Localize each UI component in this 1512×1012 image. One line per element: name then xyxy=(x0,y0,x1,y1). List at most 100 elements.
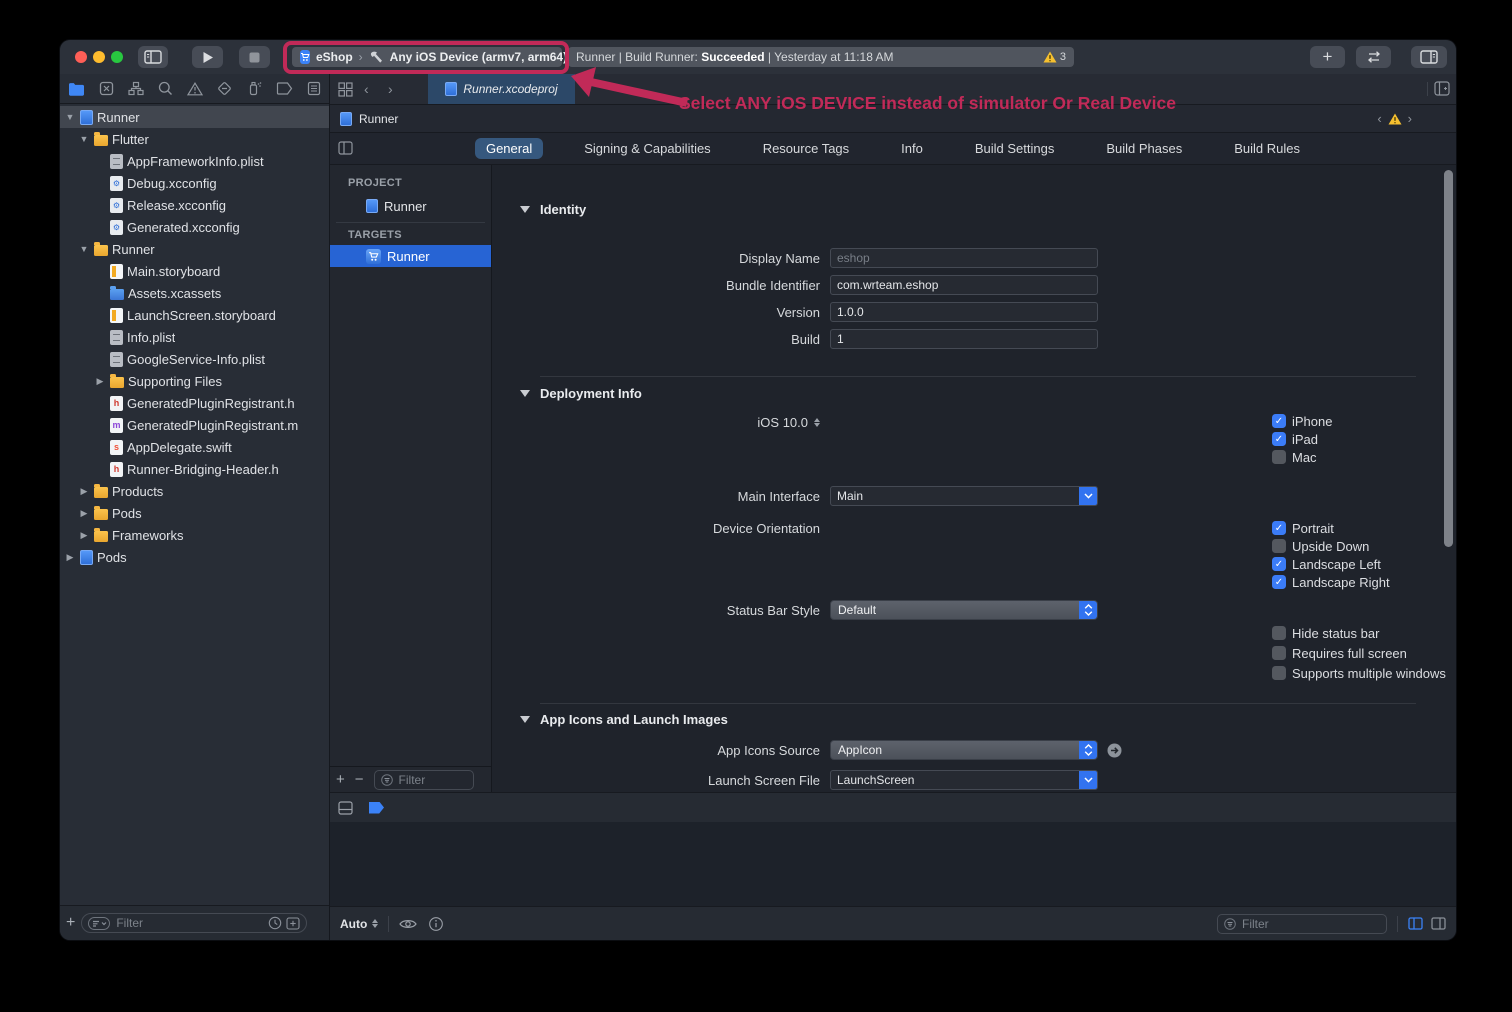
project-row-runner[interactable]: Runner xyxy=(330,195,491,217)
related-items-grid-icon[interactable] xyxy=(338,82,353,97)
display-name-field[interactable] xyxy=(830,248,1098,268)
tab-signing-capabilities[interactable]: Signing & Capabilities xyxy=(573,138,721,159)
tree-item-pods-project[interactable]: ▶Pods xyxy=(60,546,329,568)
show-console-view-icon[interactable] xyxy=(1431,917,1446,930)
minimize-window-button[interactable] xyxy=(93,51,105,63)
chevron-right-icon[interactable]: ▶ xyxy=(64,552,76,563)
tree-item[interactable]: GoogleService-Info.plist xyxy=(60,348,329,370)
disclosure-triangle-icon[interactable] xyxy=(520,716,530,723)
chevron-down-icon[interactable] xyxy=(1079,771,1097,789)
stop-button[interactable] xyxy=(239,46,270,68)
status-bar-style-popup[interactable]: Default xyxy=(830,600,1098,620)
bundle-identifier-input[interactable] xyxy=(831,278,1097,292)
tree-item[interactable]: hGeneratedPluginRegistrant.h xyxy=(60,392,329,414)
target-row-runner[interactable]: Runner xyxy=(330,245,491,267)
search-navigator-tab[interactable] xyxy=(158,81,173,96)
breakpoint-navigator-tab[interactable] xyxy=(276,82,293,95)
navigator-filter-field[interactable] xyxy=(81,913,307,933)
tab-general[interactable]: General xyxy=(475,138,543,159)
run-button[interactable] xyxy=(192,46,223,68)
tree-item[interactable]: LaunchScreen.storyboard xyxy=(60,304,329,326)
editor-tab-runner-xcodeproj[interactable]: Runner.xcodeproj xyxy=(428,74,575,104)
checkbox-unchecked-icon[interactable] xyxy=(1272,626,1286,640)
tree-item[interactable]: Main.storyboard xyxy=(60,260,329,282)
checkbox-checked-icon[interactable] xyxy=(1272,432,1286,446)
version-stepper[interactable] xyxy=(814,418,820,427)
warning-triangle-icon[interactable] xyxy=(1388,113,1402,125)
report-navigator-tab[interactable] xyxy=(307,81,321,96)
toggle-navigator-button[interactable] xyxy=(138,46,168,68)
app-icons-section-header[interactable]: App Icons and Launch Images xyxy=(520,712,728,727)
checkbox-checked-icon[interactable] xyxy=(1272,575,1286,589)
tree-item-flutter-folder[interactable]: ▼Flutter xyxy=(60,128,329,150)
tab-info[interactable]: Info xyxy=(890,138,934,159)
tree-item[interactable]: Release.xcconfig xyxy=(60,194,329,216)
back-button[interactable]: ‹ xyxy=(364,81,369,97)
tree-item[interactable]: Generated.xcconfig xyxy=(60,216,329,238)
chevron-right-icon[interactable]: ▶ xyxy=(78,486,90,497)
tree-item-frameworks[interactable]: ▶Frameworks xyxy=(60,524,329,546)
tree-item[interactable]: AppFrameworkInfo.plist xyxy=(60,150,329,172)
orientation-landscape-right-row[interactable]: Landscape Right xyxy=(1272,574,1390,590)
add-file-button[interactable]: + xyxy=(66,914,75,932)
auto-variables-selector[interactable]: Auto xyxy=(340,917,367,931)
up-down-chevrons-icon[interactable] xyxy=(1079,741,1097,759)
targets-filter-field[interactable] xyxy=(374,770,474,790)
close-window-button[interactable] xyxy=(75,51,87,63)
checkbox-unchecked-icon[interactable] xyxy=(1272,539,1286,553)
chevron-down-icon[interactable]: ▼ xyxy=(64,112,76,122)
checkbox-unchecked-icon[interactable] xyxy=(1272,666,1286,680)
previous-issue-button[interactable]: ‹ xyxy=(1377,111,1381,126)
tree-item-products[interactable]: ▶Products xyxy=(60,480,329,502)
tree-item[interactable]: sAppDelegate.swift xyxy=(60,436,329,458)
chevron-right-icon[interactable]: ▶ xyxy=(78,530,90,541)
info-icon[interactable] xyxy=(429,917,443,931)
chevron-down-icon[interactable] xyxy=(1079,487,1097,505)
orientation-landscape-left-row[interactable]: Landscape Left xyxy=(1272,556,1381,572)
scm-status-filter-icon[interactable] xyxy=(286,917,300,930)
change-editor-layout-button[interactable] xyxy=(1356,46,1391,68)
add-editor-button[interactable]: + xyxy=(1310,46,1345,68)
tab-build-rules[interactable]: Build Rules xyxy=(1223,138,1311,159)
jump-bar-item[interactable]: Runner xyxy=(359,112,398,126)
tree-item[interactable]: Debug.xcconfig xyxy=(60,172,329,194)
orientation-portrait-row[interactable]: Portrait xyxy=(1272,520,1334,536)
checkbox-checked-icon[interactable] xyxy=(1272,521,1286,535)
disclosure-triangle-icon[interactable] xyxy=(520,390,530,397)
add-inspector-icon[interactable] xyxy=(1434,81,1450,96)
warning-count-badge[interactable]: 3 xyxy=(1043,47,1066,67)
orientation-upside-down-row[interactable]: Upside Down xyxy=(1272,538,1369,554)
app-icons-source-popup[interactable]: AppIcon xyxy=(830,740,1098,760)
tree-item-pods-folder[interactable]: ▶Pods xyxy=(60,502,329,524)
zoom-window-button[interactable] xyxy=(111,51,123,63)
project-navigator-tab[interactable] xyxy=(68,82,85,96)
chevron-down-icon[interactable]: ▼ xyxy=(78,244,90,254)
tree-item-runner-folder[interactable]: ▼Runner xyxy=(60,238,329,260)
display-name-input[interactable] xyxy=(831,251,1097,265)
bundle-identifier-field[interactable] xyxy=(830,275,1098,295)
chevron-right-icon[interactable]: ▶ xyxy=(94,376,106,387)
vertical-scrollbar[interactable] xyxy=(1444,170,1453,547)
launch-screen-file-combo[interactable]: LaunchScreen xyxy=(830,770,1098,790)
build-field[interactable] xyxy=(830,329,1098,349)
tree-item[interactable]: hRunner-Bridging-Header.h xyxy=(60,458,329,480)
main-interface-combo[interactable]: Main xyxy=(830,486,1098,506)
tab-build-phases[interactable]: Build Phases xyxy=(1095,138,1193,159)
device-mac-row[interactable]: Mac xyxy=(1272,449,1317,465)
toggle-inspectors-button[interactable] xyxy=(1411,46,1447,68)
checkbox-unchecked-icon[interactable] xyxy=(1272,646,1286,660)
tree-item-supporting-files[interactable]: ▶Supporting Files xyxy=(60,370,329,392)
tab-build-settings[interactable]: Build Settings xyxy=(964,138,1066,159)
tab-resource-tags[interactable]: Resource Tags xyxy=(752,138,860,159)
eye-icon[interactable] xyxy=(399,918,417,930)
tree-item[interactable]: mGeneratedPluginRegistrant.m xyxy=(60,414,329,436)
device-iphone-row[interactable]: iPhone xyxy=(1272,413,1332,429)
forward-button[interactable]: › xyxy=(388,81,393,97)
chevron-right-icon[interactable]: ▶ xyxy=(78,508,90,519)
up-down-chevrons-icon[interactable] xyxy=(372,919,378,928)
symbol-navigator-tab[interactable] xyxy=(128,81,144,96)
issue-navigator-tab[interactable] xyxy=(187,82,203,96)
version-field[interactable] xyxy=(830,302,1098,322)
targets-filter-input[interactable] xyxy=(397,772,467,788)
up-down-chevrons-icon[interactable] xyxy=(1079,601,1097,619)
